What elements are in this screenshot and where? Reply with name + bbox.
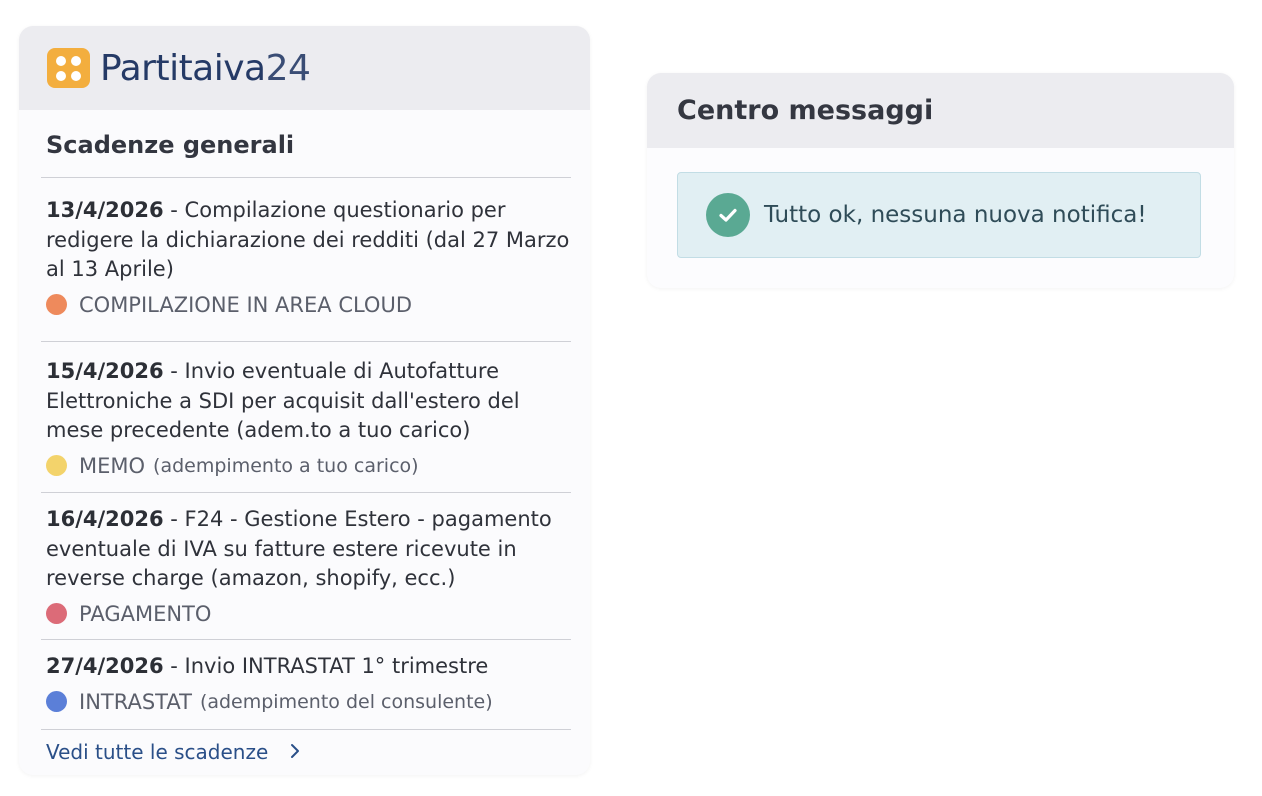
deadline-tag: PAGAMENTO — [46, 602, 581, 626]
deadline-text: 13/4/2026 - Compilazione questionario pe… — [46, 196, 581, 285]
divider — [41, 492, 571, 493]
status-message: Tutto ok, nessuna nuova notifica! — [764, 202, 1147, 228]
deadline-tag: MEMO (adempimento a tuo carico) — [46, 454, 581, 478]
deadline-tag: INTRASTAT (adempimento del consulente) — [46, 690, 581, 714]
section-title: Scadenze generali — [46, 131, 295, 159]
deadline-date: 16/4/2026 — [46, 507, 164, 531]
messages-title: Centro messaggi — [647, 73, 1234, 148]
all-deadlines-link[interactable]: Vedi tutte le scadenze — [46, 740, 300, 764]
deadline-item: 13/4/2026 - Compilazione questionario pe… — [46, 196, 581, 317]
deadline-date: 13/4/2026 — [46, 198, 164, 222]
deadline-tag: COMPILAZIONE IN AREA CLOUD — [46, 293, 581, 317]
tag-label: PAGAMENTO — [79, 601, 212, 626]
logo-icon — [47, 48, 90, 88]
red-dot-icon — [46, 603, 67, 624]
status-alert: Tutto ok, nessuna nuova notifica! — [677, 172, 1201, 258]
deadline-description: - Invio INTRASTAT 1° trimestre — [163, 654, 489, 678]
tag-label: INTRASTAT — [79, 689, 192, 714]
deadline-text: 16/4/2026 - F24 - Gestione Estero - paga… — [46, 505, 581, 594]
deadline-item: 27/4/2026 - Invio INTRASTAT 1° trimestre… — [46, 652, 581, 714]
logo-text: Partitaiva24 — [100, 47, 311, 89]
deadline-date: 27/4/2026 — [46, 654, 164, 678]
deadline-date: 15/4/2026 — [46, 359, 164, 383]
all-deadlines-label: Vedi tutte le scadenze — [46, 740, 269, 764]
orange-dot-icon — [46, 294, 67, 315]
messages-card: Centro messaggi Tutto ok, nessuna nuova … — [647, 73, 1234, 288]
divider — [41, 729, 571, 730]
chevron-right-icon — [290, 740, 300, 764]
brand-name: Partitaiva — [100, 47, 266, 89]
tag-label: COMPILAZIONE IN AREA CLOUD — [79, 292, 413, 317]
tag-note: (adempimento a tuo carico) — [153, 454, 419, 477]
blue-dot-icon — [46, 691, 67, 712]
divider — [41, 177, 571, 178]
brand-number: 24 — [265, 47, 311, 89]
tag-note: (adempimento del consulente) — [199, 690, 493, 713]
deadline-item: 16/4/2026 - F24 - Gestione Estero - paga… — [46, 505, 581, 626]
deadline-text: 15/4/2026 - Invio eventuale di Autofattu… — [46, 357, 581, 446]
deadline-item: 15/4/2026 - Invio eventuale di Autofattu… — [46, 357, 581, 478]
yellow-dot-icon — [46, 455, 67, 476]
divider — [41, 341, 571, 342]
check-circle-icon — [706, 193, 750, 237]
deadline-text: 27/4/2026 - Invio INTRASTAT 1° trimestre — [46, 652, 581, 682]
tag-label: MEMO — [79, 453, 146, 478]
deadlines-card: Partitaiva24 Scadenze generali 13/4/2026… — [19, 26, 590, 775]
divider — [41, 639, 571, 640]
brand-header: Partitaiva24 — [19, 26, 590, 110]
